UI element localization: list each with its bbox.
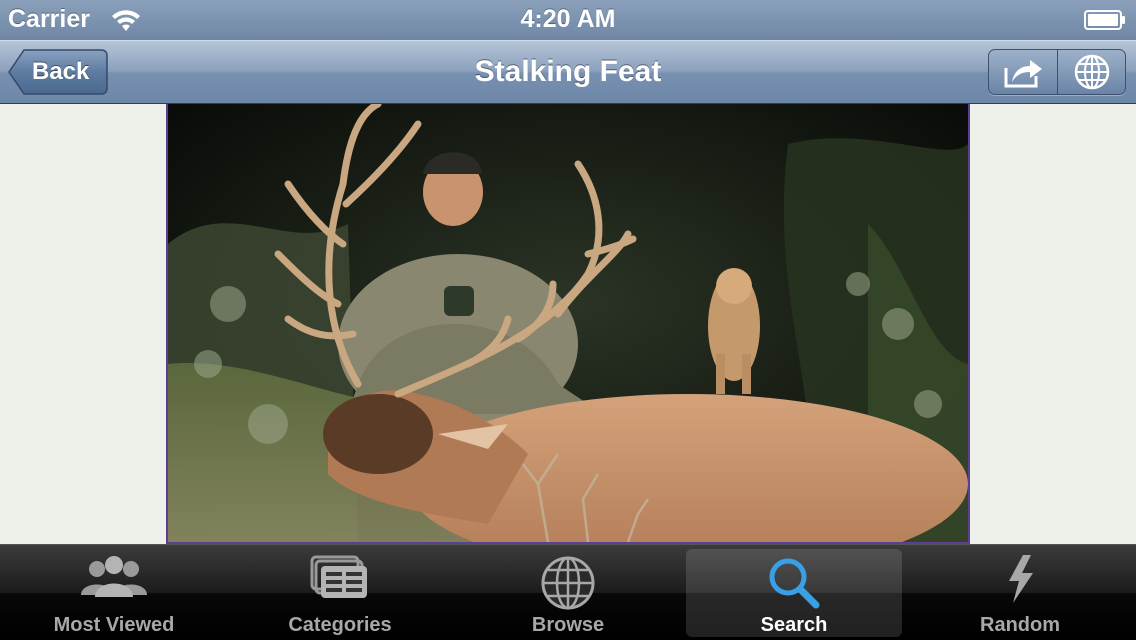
tab-bar: Most Viewed Categories Browse Search Ran… xyxy=(0,544,1136,640)
tab-search[interactable]: Search xyxy=(686,549,902,637)
globe-icon xyxy=(541,556,595,610)
hunting-photo xyxy=(168,104,968,542)
battery-icon xyxy=(1084,10,1125,30)
tab-label: Categories xyxy=(288,614,392,636)
tab-label: Random xyxy=(980,614,1060,636)
content-area xyxy=(0,104,1136,544)
nav-action-group xyxy=(988,49,1126,95)
tab-browse[interactable]: Browse xyxy=(460,545,676,640)
tab-label: Search xyxy=(760,614,828,636)
search-icon xyxy=(769,558,820,609)
lightning-icon xyxy=(1009,555,1033,603)
navigation-bar: Back Stalking Feat xyxy=(0,40,1136,104)
web-button[interactable] xyxy=(1057,50,1125,94)
status-time: 4:20 AM xyxy=(520,5,616,33)
page-title: Stalking Feat xyxy=(474,55,662,88)
tab-label: Browse xyxy=(531,614,605,636)
tab-label: Most Viewed xyxy=(53,614,175,636)
globe-icon xyxy=(1074,54,1109,90)
share-button[interactable] xyxy=(989,50,1057,94)
share-icon xyxy=(1004,60,1042,88)
status-bar: Carrier 4:20 AM xyxy=(0,0,1136,40)
tab-most-viewed[interactable]: Most Viewed xyxy=(6,545,222,640)
categories-icon xyxy=(310,555,367,598)
tab-random[interactable]: Random xyxy=(912,545,1128,640)
people-icon xyxy=(81,556,147,597)
tab-categories[interactable]: Categories xyxy=(232,545,448,640)
story-photo[interactable] xyxy=(166,104,970,544)
